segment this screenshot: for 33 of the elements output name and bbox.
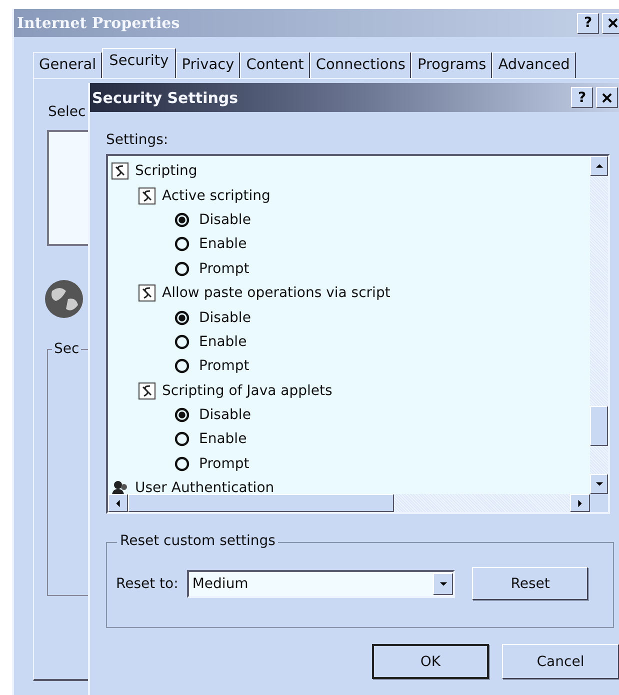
tab[interactable]: Connections [310, 52, 412, 78]
dialog-button[interactable]: OK [372, 644, 489, 679]
option-label[interactable]: Prompt [199, 260, 250, 277]
tab[interactable]: Programs [411, 52, 492, 78]
zone-prompt: Selec [48, 104, 86, 120]
setting-name[interactable]: Active scripting [162, 188, 270, 204]
setting-name[interactable]: Allow paste operations via script [162, 285, 390, 302]
option-label[interactable]: Enable [199, 236, 247, 252]
setting-category[interactable]: Scripting [135, 163, 198, 180]
group-label: Reset custom settings [117, 533, 278, 549]
reset-button[interactable]: Reset [472, 567, 588, 600]
dialog-button[interactable]: Cancel [502, 644, 619, 679]
help-button[interactable]: ? [577, 12, 599, 34]
option-label[interactable]: Disable [199, 212, 251, 228]
option-label[interactable]: Disable [199, 310, 251, 326]
setting-name[interactable]: Scripting of Java applets [162, 382, 332, 399]
option-label[interactable]: Prompt [199, 456, 250, 472]
settings-label: Settings: [106, 132, 170, 150]
help-button[interactable]: ? [571, 87, 593, 108]
option-label[interactable]: Enable [199, 431, 247, 448]
tab[interactable]: Privacy [176, 52, 240, 78]
tab[interactable]: Content [240, 52, 310, 78]
tab[interactable]: Advanced [492, 52, 576, 78]
tab[interactable]: Security [102, 48, 176, 78]
window-title: Internet Properties [17, 14, 180, 32]
level-dropdown[interactable]: Medium [187, 570, 456, 598]
tab[interactable]: General [33, 52, 102, 78]
option-label[interactable]: Prompt [199, 358, 250, 374]
setting-category[interactable]: User Authentication [135, 480, 274, 496]
dialog-title: Security Settings [92, 88, 238, 106]
option-label[interactable]: Enable [199, 334, 247, 350]
reset-to-label: Reset to: [116, 576, 178, 592]
option-label[interactable]: Disable [199, 407, 251, 424]
